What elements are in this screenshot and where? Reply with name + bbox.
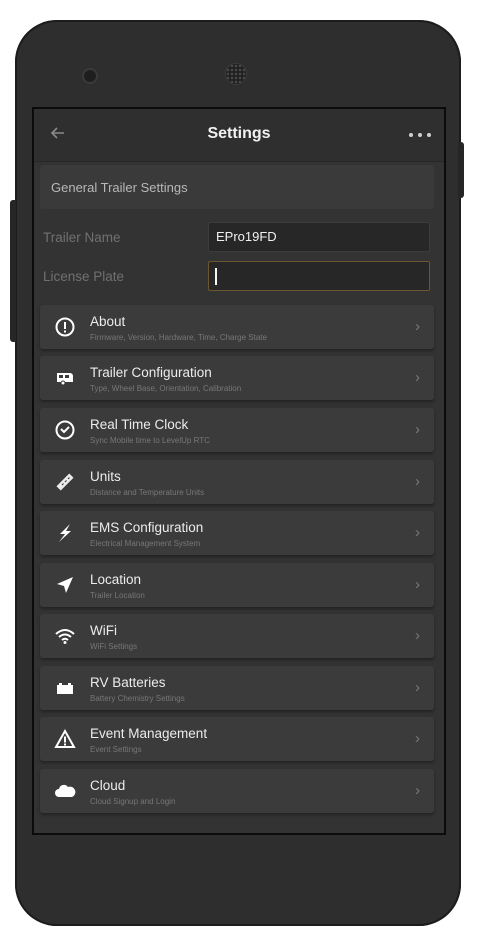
chevron-right-icon: › [415, 679, 420, 696]
menu-item-label: Real Time Clock [90, 417, 189, 432]
menu-item-subtitle: WiFi Settings [90, 642, 138, 651]
menu-item-subtitle: Sync Mobile time to LevelUp RTC [90, 436, 210, 445]
chevron-right-icon: › [415, 473, 420, 490]
menu-item-units[interactable]: Units Distance and Temperature Units › [40, 460, 434, 504]
menu-item-ems-configuration[interactable]: EMS Configuration Electrical Management … [40, 511, 434, 555]
license-plate-input[interactable] [208, 261, 430, 291]
lightning-icon [54, 522, 76, 544]
chevron-right-icon: › [415, 524, 420, 541]
license-plate-label: License Plate [43, 269, 125, 284]
chevron-right-icon: › [415, 627, 420, 644]
menu-item-subtitle: Electrical Management System [90, 539, 201, 548]
top-bar: Settings [34, 109, 444, 162]
menu-item-location[interactable]: Location Trailer Location › [40, 563, 434, 607]
trailer-icon [54, 367, 76, 389]
wifi-icon [54, 625, 76, 647]
menu-item-subtitle: Battery Chemistry Settings [90, 694, 185, 703]
cloud-icon [54, 780, 76, 802]
menu-item-label: Trailer Configuration [90, 365, 212, 380]
earpiece-speaker [225, 63, 247, 85]
chevron-right-icon: › [415, 782, 420, 799]
menu-item-label: Units [90, 469, 121, 484]
trailer-name-input[interactable]: EPro19FD [208, 222, 430, 252]
front-camera [82, 68, 98, 84]
menu-item-rv-batteries[interactable]: RV Batteries Battery Chemistry Settings … [40, 666, 434, 710]
menu-item-subtitle: Trailer Location [90, 591, 145, 600]
general-settings-title: General Trailer Settings [51, 180, 188, 195]
menu-item-subtitle: Firmware, Version, Hardware, Time, Charg… [90, 333, 267, 342]
chevron-right-icon: › [415, 369, 420, 386]
info-icon [54, 316, 76, 338]
clock-icon [54, 419, 76, 441]
trailer-name-label: Trailer Name [43, 230, 121, 245]
chevron-right-icon: › [415, 318, 420, 335]
menu-item-label: EMS Configuration [90, 520, 204, 535]
general-settings-card: General Trailer Settings [40, 165, 434, 209]
volume-buttons [10, 200, 16, 342]
chevron-right-icon: › [415, 730, 420, 747]
menu-item-label: About [90, 314, 126, 329]
menu-item-event-management[interactable]: Event Management Event Settings › [40, 717, 434, 761]
battery-icon [54, 677, 76, 699]
page-title: Settings [207, 125, 271, 142]
chevron-right-icon: › [415, 576, 420, 593]
warning-icon [54, 728, 76, 750]
menu-item-real-time-clock[interactable]: Real Time Clock Sync Mobile time to Leve… [40, 408, 434, 452]
text-caret [215, 268, 217, 285]
menu-item-label: Cloud [90, 778, 126, 793]
menu-item-trailer-configuration[interactable]: Trailer Configuration Type, Wheel Base, … [40, 356, 434, 400]
location-arrow-icon [54, 574, 76, 596]
menu-item-subtitle: Event Settings [90, 745, 142, 754]
chevron-right-icon: › [415, 421, 420, 438]
menu-item-label: RV Batteries [90, 675, 166, 690]
power-button [458, 142, 464, 198]
ruler-icon [54, 471, 76, 493]
menu-item-subtitle: Cloud Signup and Login [90, 797, 176, 806]
menu-item-wifi[interactable]: WiFi WiFi Settings › [40, 614, 434, 658]
menu-item-cloud[interactable]: Cloud Cloud Signup and Login › [40, 769, 434, 813]
menu-item-subtitle: Distance and Temperature Units [90, 488, 205, 497]
menu-item-label: Location [90, 572, 142, 587]
menu-item-label: Event Management [90, 726, 208, 741]
menu-item-about[interactable]: About Firmware, Version, Hardware, Time,… [40, 305, 434, 349]
app-screen: Settings General Trailer Settings Traile… [32, 107, 446, 835]
menu-item-label: WiFi [90, 623, 117, 638]
menu-item-subtitle: Type, Wheel Base, Orientation, Calibrati… [90, 384, 242, 393]
more-options-icon[interactable] [408, 125, 432, 143]
